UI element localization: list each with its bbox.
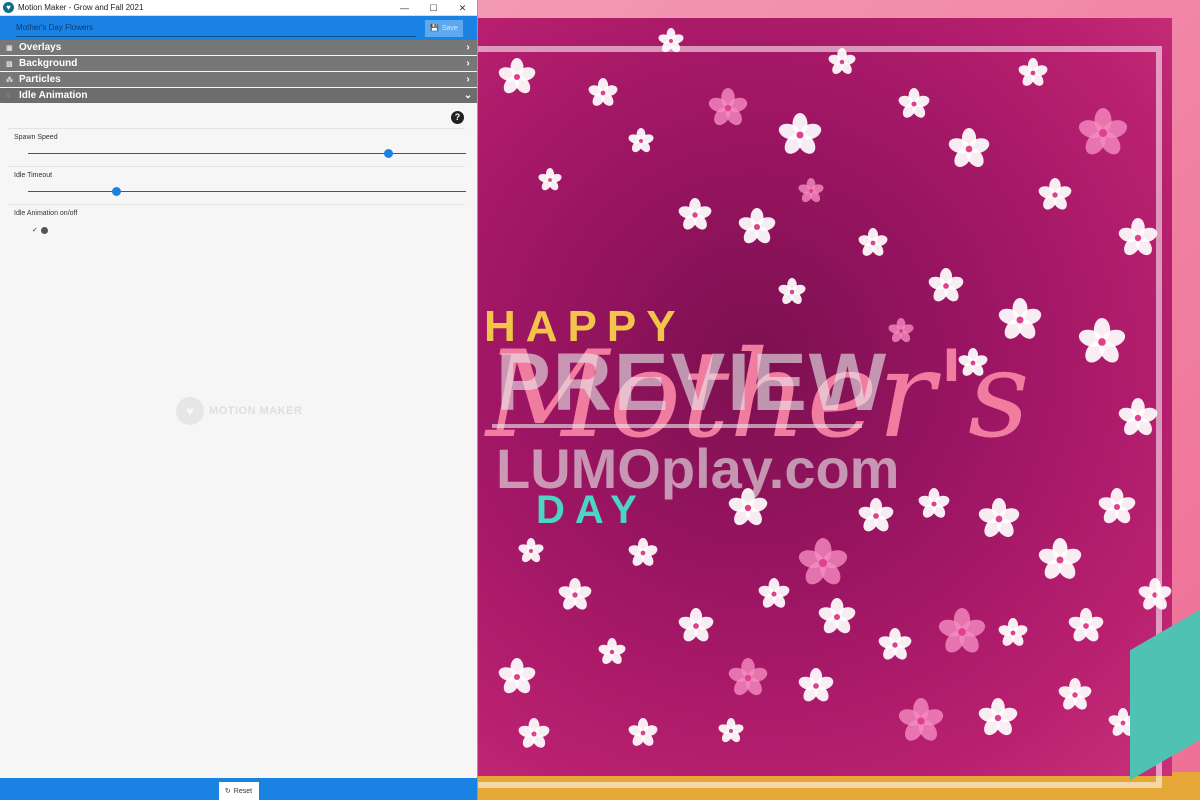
footer-bar: ↻ Reset (0, 778, 477, 800)
reset-button[interactable]: ↻ Reset (218, 782, 259, 800)
slider-track (28, 191, 466, 192)
minimize-button[interactable]: — (390, 0, 419, 16)
save-button[interactable]: 💾 Save (425, 19, 463, 37)
overlays-icon: ▣ (6, 44, 13, 52)
section-label: Particles (19, 74, 61, 85)
chevron-right-icon: › (466, 58, 470, 69)
window-title: Motion Maker - Grow and Fall 2021 (18, 3, 144, 12)
reset-icon: ↻ (224, 788, 231, 795)
project-name-input[interactable] (16, 19, 416, 37)
title-bar: ♥ Motion Maker - Grow and Fall 2021 — ☐ … (0, 0, 477, 16)
section-overlays[interactable]: ▣ Overlays › (0, 40, 477, 56)
site-watermark: LUMOplay.com (496, 437, 900, 500)
save-icon: 💾 (430, 25, 439, 32)
motion-maker-window: ♥ Motion Maker - Grow and Fall 2021 — ☐ … (0, 0, 478, 800)
chevron-down-icon: ⌄ (463, 90, 473, 101)
maximize-button[interactable]: ☐ (419, 0, 448, 16)
idle-toggle-setting: Idle Animation on/off ✓ (8, 204, 465, 234)
watermark-divider (492, 424, 862, 428)
save-label: Save (441, 24, 458, 32)
section-particles[interactable]: ⁂ Particles › (0, 72, 477, 88)
chevron-right-icon: › (466, 74, 470, 85)
spawn-speed-slider[interactable] (28, 146, 466, 162)
slider-track (28, 153, 466, 154)
spawn-speed-label: Spawn Speed (14, 134, 58, 141)
close-button[interactable]: ✕ (448, 0, 477, 16)
check-icon: ✓ (32, 227, 38, 234)
slider-thumb[interactable] (111, 187, 121, 196)
chevron-right-icon: › (466, 42, 470, 53)
idle-animation-toggle[interactable]: ✓ (14, 226, 465, 234)
preview-canvas: HAPPY Mother's DAY PREVIEW LUMOplay.com (478, 0, 1200, 800)
idle-animation-icon: ◌ (6, 92, 11, 99)
toggle-knob[interactable] (40, 226, 48, 234)
background-icon: ▨ (6, 60, 13, 68)
app-logo-icon: ♥ (3, 2, 14, 13)
project-toolbar: 💾 Save (0, 16, 477, 40)
section-label: Background (19, 58, 78, 69)
idle-timeout-slider[interactable] (28, 184, 466, 200)
idle-toggle-label: Idle Animation on/off (14, 210, 78, 217)
particles-icon: ⁂ (6, 76, 13, 84)
preview-watermark: PREVIEW (496, 337, 889, 428)
idle-animation-panel: ? Spawn Speed Idle Timeout Idle Animatio… (0, 104, 477, 234)
motion-maker-logo-icon: ♥ (176, 397, 204, 425)
watermark-text: MOTION MAKER (209, 405, 303, 417)
idle-timeout-setting: Idle Timeout (8, 166, 466, 200)
preview-frame: HAPPY Mother's DAY PREVIEW LUMOplay.com (478, 18, 1172, 788)
help-icon[interactable]: ? (451, 111, 464, 124)
reset-label: Reset (233, 787, 253, 795)
section-idle-animation[interactable]: ◌ Idle Animation ⌄ (0, 88, 477, 104)
spawn-speed-setting: Spawn Speed (8, 128, 466, 162)
section-label: Idle Animation (19, 90, 88, 101)
section-background[interactable]: ▨ Background › (0, 56, 477, 72)
section-label: Overlays (19, 42, 62, 53)
motion-maker-watermark: ♥ MOTION MAKER (176, 397, 302, 425)
idle-timeout-label: Idle Timeout (14, 172, 53, 179)
slider-thumb[interactable] (384, 149, 394, 158)
